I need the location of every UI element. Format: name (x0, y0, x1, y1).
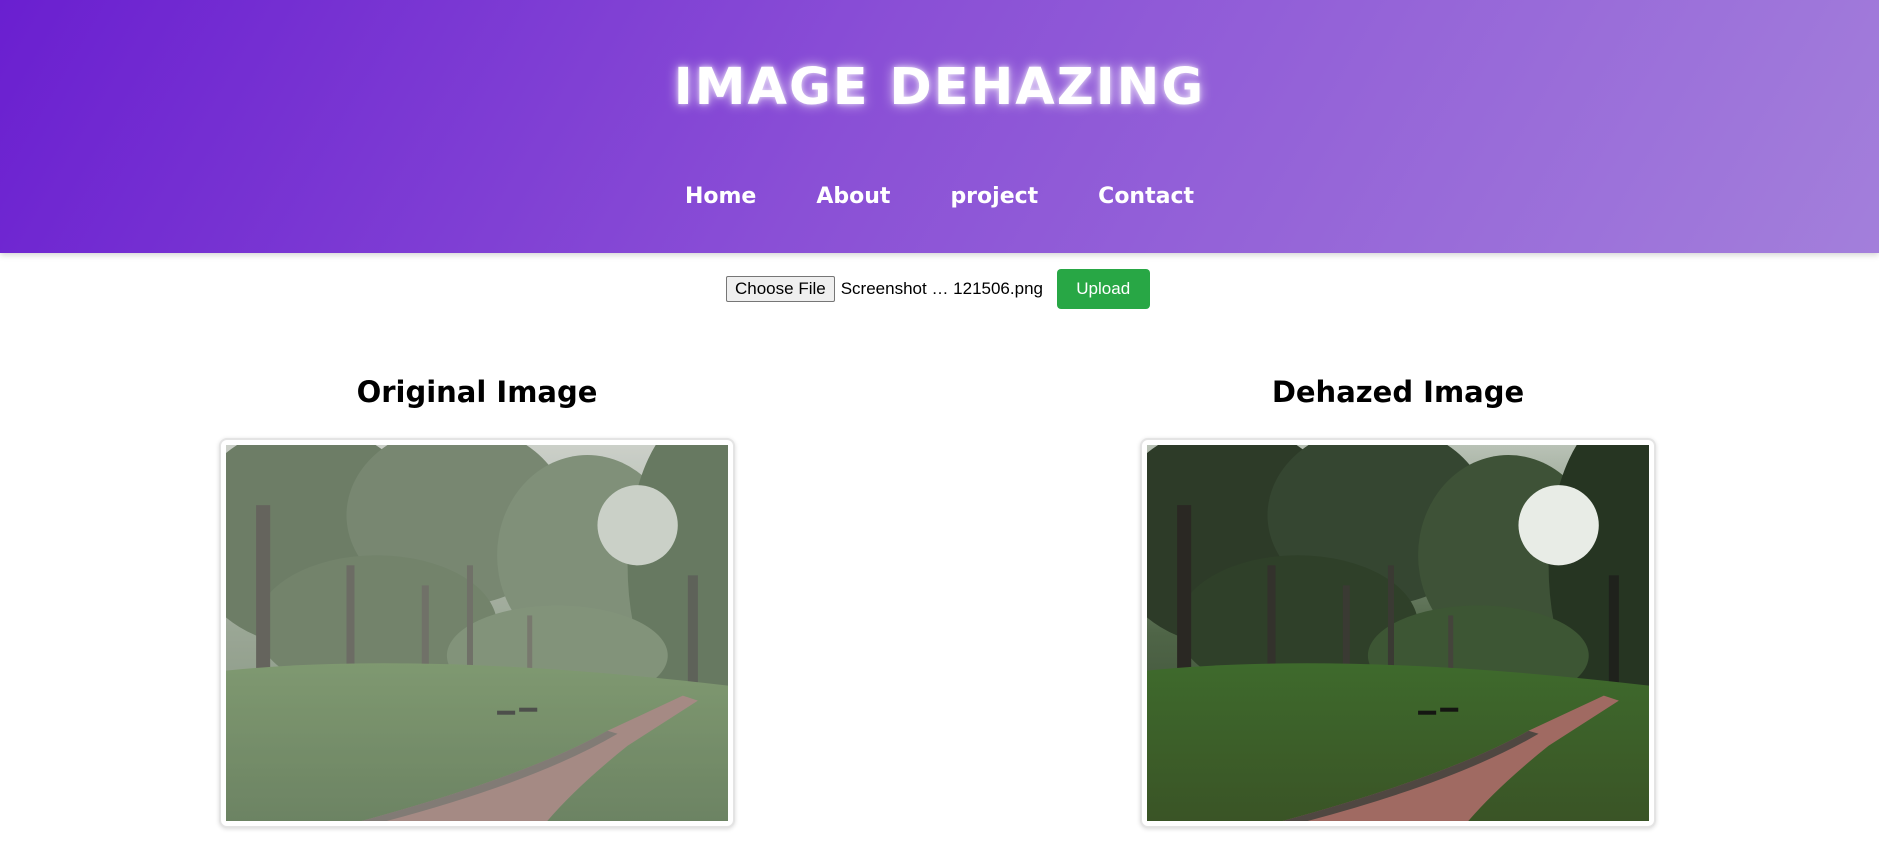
original-image-frame (219, 438, 735, 828)
choose-file-button[interactable]: Choose File (726, 276, 835, 302)
dehazed-image (1147, 445, 1649, 821)
selected-file-name: Screenshot … 121506.png (840, 279, 1043, 298)
nav-about-link[interactable]: About (816, 184, 890, 209)
original-image-panel: Original Image (219, 372, 735, 828)
dehazed-image-panel: Dehazed Image (1140, 372, 1656, 828)
dehazed-image-frame (1140, 438, 1656, 828)
dehazed-image-title: Dehazed Image (1271, 375, 1525, 409)
upload-form: Choose File Screenshot … 121506.png Uplo… (726, 269, 1150, 309)
upload-button[interactable]: Upload (1056, 269, 1150, 309)
nav-project-link[interactable]: project (950, 184, 1038, 209)
site-title: IMAGE DEHAZING (673, 58, 1206, 117)
original-image (226, 445, 728, 821)
nav-contact-link[interactable]: Contact (1098, 184, 1194, 209)
site-header: IMAGE DEHAZING Home About project Contac… (0, 0, 1879, 253)
nav-home-link[interactable]: Home (685, 184, 756, 209)
main-nav: Home About project Contact (0, 184, 1879, 209)
original-image-title: Original Image (356, 375, 598, 409)
